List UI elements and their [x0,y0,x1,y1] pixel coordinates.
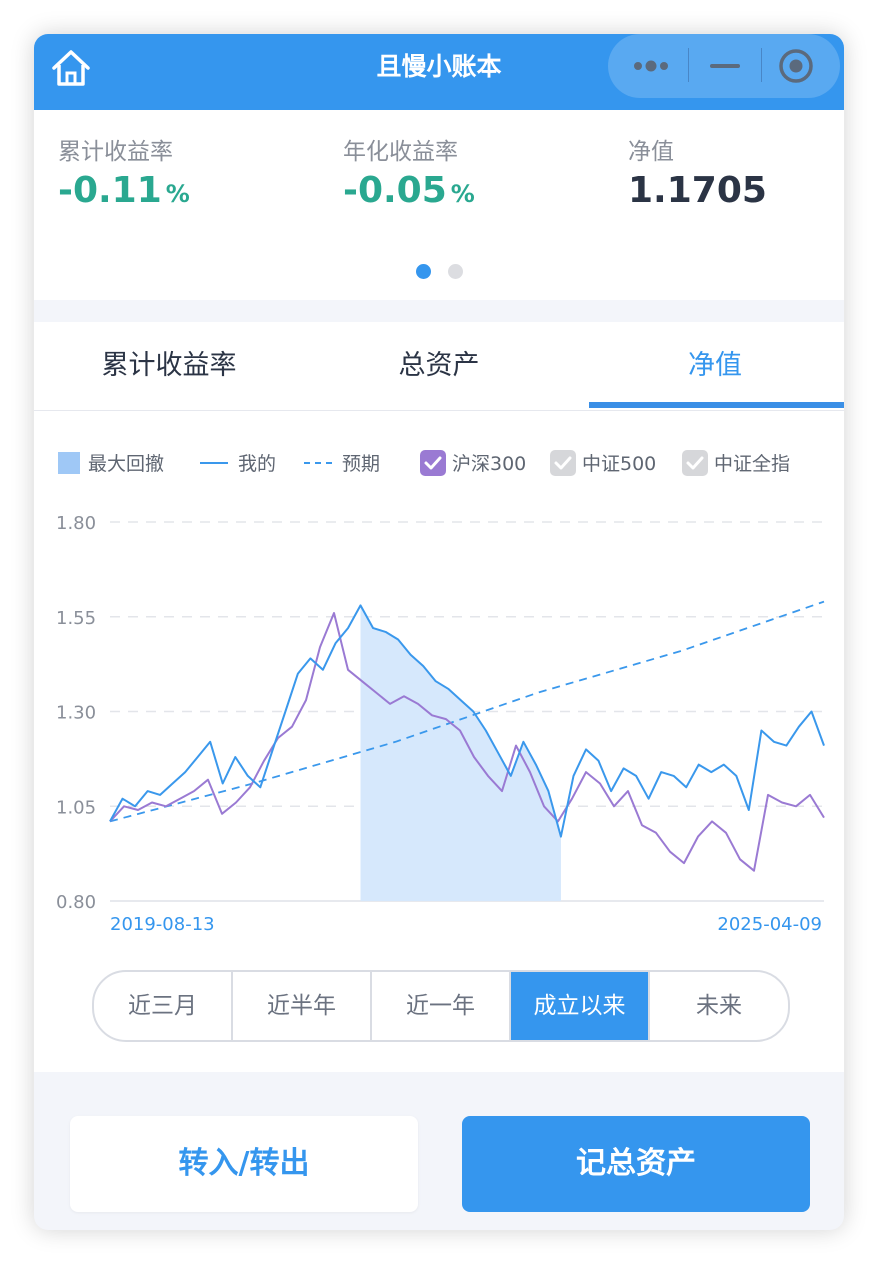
y-tick-label: 1.55 [56,608,96,629]
stat-value: -0.11% [58,170,190,211]
time-range-selector: 近三月 近半年 近一年 成立以来 未来 [92,970,790,1042]
range-future[interactable]: 未来 [650,972,788,1040]
minimize-button[interactable] [708,54,742,78]
stat-annualized-return: 年化收益率 -0.05% [343,132,475,211]
range-3-months[interactable]: 近三月 [94,972,233,1040]
stat-value: 1.1705 [628,170,767,211]
stat-cumulative-return: 累计收益率 -0.11% [58,132,190,211]
minimize-icon [710,64,740,68]
y-tick-label: 1.30 [56,703,96,724]
record-total-assets-button[interactable]: 记总资产 [462,1116,810,1212]
x-start-label: 2019-08-13 [110,914,215,935]
solid-line-swatch [200,462,228,464]
y-tick-label: 0.80 [56,892,96,913]
legend-drawdown: 最大回撤 [58,450,164,478]
range-since-inception[interactable]: 成立以来 [511,972,650,1040]
legend-hs300-toggle[interactable]: 沪深300 [420,450,526,478]
more-button[interactable] [632,54,672,78]
legend-expected: 预期 [304,450,380,478]
legend-mine: 我的 [200,450,276,478]
x-end-label: 2025-04-09 [717,914,822,935]
transfer-button[interactable]: 转入/转出 [70,1116,418,1212]
checkbox-unchecked-icon [550,450,576,476]
stat-label: 净值 [628,139,674,165]
checkbox-unchecked-icon [682,450,708,476]
stats-panel: 累计收益率 -0.11% 年化收益率 -0.05% 净值 1.1705 [34,110,844,300]
active-tab-indicator [589,402,844,408]
capsule-divider [761,48,762,82]
tab-cumulative-return[interactable]: 累计收益率 [34,322,304,410]
drawdown-swatch [58,452,80,474]
y-tick-label: 1.80 [56,513,96,534]
chart-card: 累计收益率 总资产 净值 最大回撤 我的 预期 沪深300 中证500 中证全指… [34,322,844,1072]
title-bar: 且慢小账本 [34,34,844,110]
page-dot[interactable] [448,264,463,279]
stat-net-value: 净值 1.1705 [628,132,767,211]
tab-total-assets[interactable]: 总资产 [304,322,574,410]
legend-zzqz-toggle[interactable]: 中证全指 [682,450,790,478]
legend-zz500-toggle[interactable]: 中证500 [550,450,656,478]
y-tick-label: 1.05 [56,797,96,818]
page-dot-active[interactable] [416,264,431,279]
close-button[interactable] [778,48,814,84]
more-dots-icon [634,60,668,72]
stat-label: 累计收益率 [58,139,173,165]
net-value-chart: 1.80 1.55 1.30 1.05 0.80 2019-08-13 2025-04-09 [56,513,825,935]
stat-value: -0.05% [343,170,475,211]
dashed-line-swatch [304,462,332,464]
checkbox-checked-icon [420,450,446,476]
chart-tabs: 累计收益率 总资产 净值 [34,322,844,411]
capsule-divider [688,48,689,82]
range-6-months[interactable]: 近半年 [233,972,372,1040]
close-target-icon [779,49,813,83]
max-drawdown-area [360,605,561,901]
mini-program-capsule [608,34,840,98]
stat-label: 年化收益率 [343,139,458,165]
tab-net-value[interactable]: 净值 [580,322,844,410]
range-1-year[interactable]: 近一年 [372,972,511,1040]
app-window: 且慢小账本 累计收益率 -0.11 % 年化收益率 -0.05 % 净值 1.1… [34,34,844,1230]
